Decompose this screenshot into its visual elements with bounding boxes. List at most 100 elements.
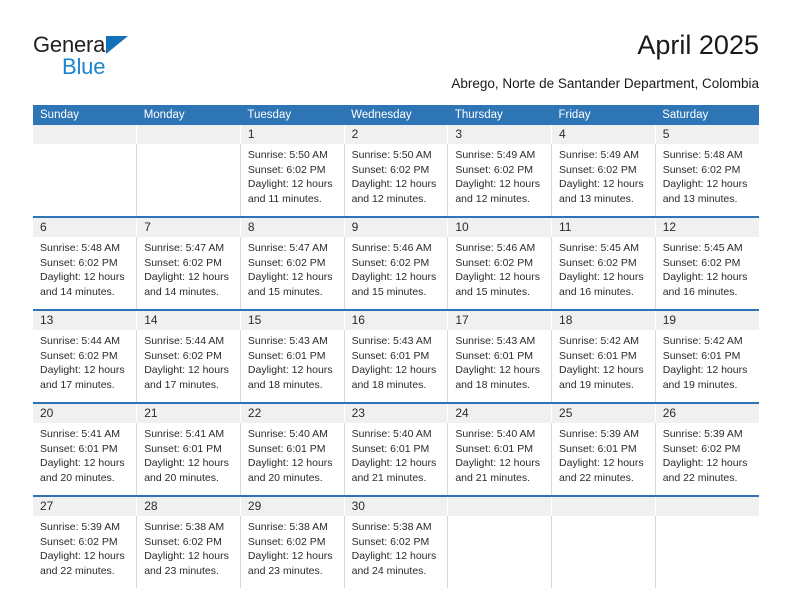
day-number-7[interactable]: 7 (136, 218, 241, 237)
day-number-23[interactable]: 23 (343, 404, 448, 423)
day-info-line: and 11 minutes. (247, 192, 322, 205)
day-number-29[interactable]: 29 (239, 497, 345, 516)
day-number-11[interactable]: 11 (551, 218, 656, 237)
day-info-line: Daylight: 12 hours (559, 178, 644, 191)
day-number-9[interactable]: 9 (343, 218, 448, 237)
general-blue-logo[interactable]: General Blue (33, 33, 213, 81)
day-info-line: Daylight: 12 hours (40, 550, 125, 563)
day-info-line: and 21 minutes. (351, 471, 427, 484)
day-info-line: Sunrise: 5:39 AM (559, 428, 639, 440)
day-info-line: Daylight: 12 hours (247, 550, 333, 563)
week-dates-row: 13 14 15 16 17 18 19 (33, 311, 759, 330)
day-cell-9[interactable]: Sunrise: 5:46 AM Sunset: 6:02 PM Daylight:… (343, 237, 448, 309)
day-info-line: and 20 minutes. (247, 471, 323, 484)
day-cell-8[interactable]: Sunrise: 5:47 AM Sunset: 6:02 PM Daylight:… (239, 237, 345, 309)
day-cell-27[interactable]: Sunrise: 5:39 AM Sunset: 6:02 PM Daylight:… (33, 516, 137, 588)
day-number-17[interactable]: 17 (447, 311, 552, 330)
day-cell-23[interactable]: Sunrise: 5:40 AM Sunset: 6:01 PM Daylight:… (343, 423, 448, 495)
weekday-header-row: Sunday Monday Tuesday Wednesday Thursday Frid… (33, 105, 759, 125)
day-cell-18[interactable]: Sunrise: 5:42 AM Sunset: 6:01 PM Daylight:… (551, 330, 656, 402)
day-number-22[interactable]: 22 (239, 404, 345, 423)
day-number-3[interactable]: 3 (447, 125, 552, 144)
day-number-27[interactable]: 27 (33, 497, 137, 516)
day-number-5[interactable]: 5 (654, 125, 759, 144)
day-number-6[interactable]: 6 (33, 218, 137, 237)
day-cell-25[interactable]: Sunrise: 5:39 AM Sunset: 6:01 PM Daylight:… (551, 423, 656, 495)
day-cell-13[interactable]: Sunrise: 5:44 AM Sunset: 6:02 PM Daylight:… (33, 330, 137, 402)
day-number-24[interactable]: 24 (447, 404, 552, 423)
day-cell-1[interactable]: Sunrise: 5:50 AM Sunset: 6:02 PM Daylight:… (239, 144, 345, 216)
day-cell-5[interactable]: Sunrise: 5:48 AM Sunset: 6:02 PM Daylight:… (654, 144, 759, 216)
calendar-head: Sunday Monday Tuesday Wednesday Thursday Frid… (33, 105, 759, 125)
day-number-14[interactable]: 14 (136, 311, 241, 330)
day-info-line: Sunset: 6:01 PM (662, 349, 741, 362)
day-cell-24[interactable]: Sunrise: 5:40 AM Sunset: 6:01 PM Daylight:… (447, 423, 552, 495)
day-info-line: and 21 minutes. (455, 471, 531, 484)
day-number-21[interactable]: 21 (136, 404, 241, 423)
day-number-26[interactable]: 26 (654, 404, 759, 423)
day-info-line: Sunset: 6:02 PM (247, 163, 326, 176)
day-info-line: Sunset: 6:01 PM (40, 442, 118, 455)
day-cell-21[interactable]: Sunrise: 5:41 AM Sunset: 6:01 PM Daylight:… (136, 423, 241, 495)
day-info-line: and 16 minutes. (662, 285, 738, 298)
day-cell-6[interactable]: Sunrise: 5:48 AM Sunset: 6:02 PM Daylight:… (33, 237, 137, 309)
day-number-15[interactable]: 15 (239, 311, 345, 330)
day-number-2[interactable]: 2 (343, 125, 448, 144)
day-info-line: and 15 minutes. (247, 285, 323, 298)
day-info-line: Sunrise: 5:50 AM (247, 149, 328, 161)
day-number-1[interactable]: 1 (239, 125, 345, 144)
day-number-18[interactable]: 18 (551, 311, 656, 330)
day-number-28[interactable]: 28 (136, 497, 241, 516)
day-cell-20[interactable]: Sunrise: 5:41 AM Sunset: 6:01 PM Daylight:… (33, 423, 137, 495)
day-info-line: Sunset: 6:02 PM (247, 535, 326, 548)
day-number-25[interactable]: 25 (551, 404, 656, 423)
day-cell-19[interactable]: Sunrise: 5:42 AM Sunset: 6:01 PM Daylight:… (654, 330, 759, 402)
day-number-10[interactable]: 10 (447, 218, 552, 237)
day-cell-29[interactable]: Sunrise: 5:38 AM Sunset: 6:02 PM Daylight:… (239, 516, 345, 588)
day-number-8[interactable]: 8 (239, 218, 345, 237)
day-number-30[interactable]: 30 (343, 497, 448, 516)
day-cell-28[interactable]: Sunrise: 5:38 AM Sunset: 6:02 PM Daylight:… (136, 516, 241, 588)
day-cell-7[interactable]: Sunrise: 5:47 AM Sunset: 6:02 PM Daylight:… (136, 237, 241, 309)
day-info-line: Sunset: 6:02 PM (455, 256, 533, 269)
day-info-line: and 22 minutes. (40, 564, 115, 577)
day-number-empty (551, 497, 656, 516)
day-number-20[interactable]: 20 (33, 404, 137, 423)
day-info-line: Daylight: 12 hours (40, 457, 125, 470)
day-cell-2[interactable]: Sunrise: 5:50 AM Sunset: 6:02 PM Daylight:… (343, 144, 448, 216)
day-cell-15[interactable]: Sunrise: 5:43 AM Sunset: 6:01 PM Daylight:… (239, 330, 345, 402)
day-number-empty (33, 125, 137, 144)
day-number-4[interactable]: 4 (551, 125, 656, 144)
day-info-line: Sunset: 6:02 PM (144, 349, 222, 362)
day-info-line: Sunrise: 5:46 AM (455, 242, 536, 254)
day-info-line: Daylight: 12 hours (40, 364, 125, 377)
day-cell-10[interactable]: Sunrise: 5:46 AM Sunset: 6:02 PM Daylight:… (447, 237, 552, 309)
day-cell-14[interactable]: Sunrise: 5:44 AM Sunset: 6:02 PM Daylight:… (136, 330, 241, 402)
day-number-12[interactable]: 12 (654, 218, 759, 237)
day-info-line: Sunrise: 5:43 AM (351, 335, 432, 347)
day-cell-12[interactable]: Sunrise: 5:45 AM Sunset: 6:02 PM Daylight:… (654, 237, 759, 309)
day-number-13[interactable]: 13 (33, 311, 137, 330)
day-cell-16[interactable]: Sunrise: 5:43 AM Sunset: 6:01 PM Daylight:… (343, 330, 448, 402)
day-info-line: and 14 minutes. (144, 285, 219, 298)
day-info-line: Sunrise: 5:41 AM (40, 428, 120, 440)
day-info-line: Sunrise: 5:39 AM (662, 428, 743, 440)
day-info-line: Sunrise: 5:46 AM (351, 242, 432, 254)
day-cell-17[interactable]: Sunrise: 5:43 AM Sunset: 6:01 PM Daylight:… (447, 330, 552, 402)
day-number-16[interactable]: 16 (343, 311, 448, 330)
day-cell-22[interactable]: Sunrise: 5:40 AM Sunset: 6:01 PM Daylight:… (239, 423, 345, 495)
weekday-header-thursday: Thursday (447, 105, 552, 125)
day-cell-11[interactable]: Sunrise: 5:45 AM Sunset: 6:02 PM Daylight:… (551, 237, 656, 309)
day-cell-26[interactable]: Sunrise: 5:39 AM Sunset: 6:02 PM Daylight:… (654, 423, 759, 495)
day-info-line: Daylight: 12 hours (40, 271, 125, 284)
day-info-line: and 16 minutes. (559, 285, 634, 298)
day-info-line: Daylight: 12 hours (144, 271, 229, 284)
day-number-19[interactable]: 19 (654, 311, 759, 330)
day-info-line: and 14 minutes. (40, 285, 115, 298)
day-info-line: Sunset: 6:02 PM (351, 163, 430, 176)
day-cell-4[interactable]: Sunrise: 5:49 AM Sunset: 6:02 PM Daylight:… (551, 144, 656, 216)
calendar-page: General Blue April 2025 Abrego, Norte de… (0, 0, 792, 612)
day-cell-30[interactable]: Sunrise: 5:38 AM Sunset: 6:02 PM Daylight:… (343, 516, 448, 588)
day-info-line: Daylight: 12 hours (662, 271, 748, 284)
day-cell-3[interactable]: Sunrise: 5:49 AM Sunset: 6:02 PM Daylight:… (447, 144, 552, 216)
